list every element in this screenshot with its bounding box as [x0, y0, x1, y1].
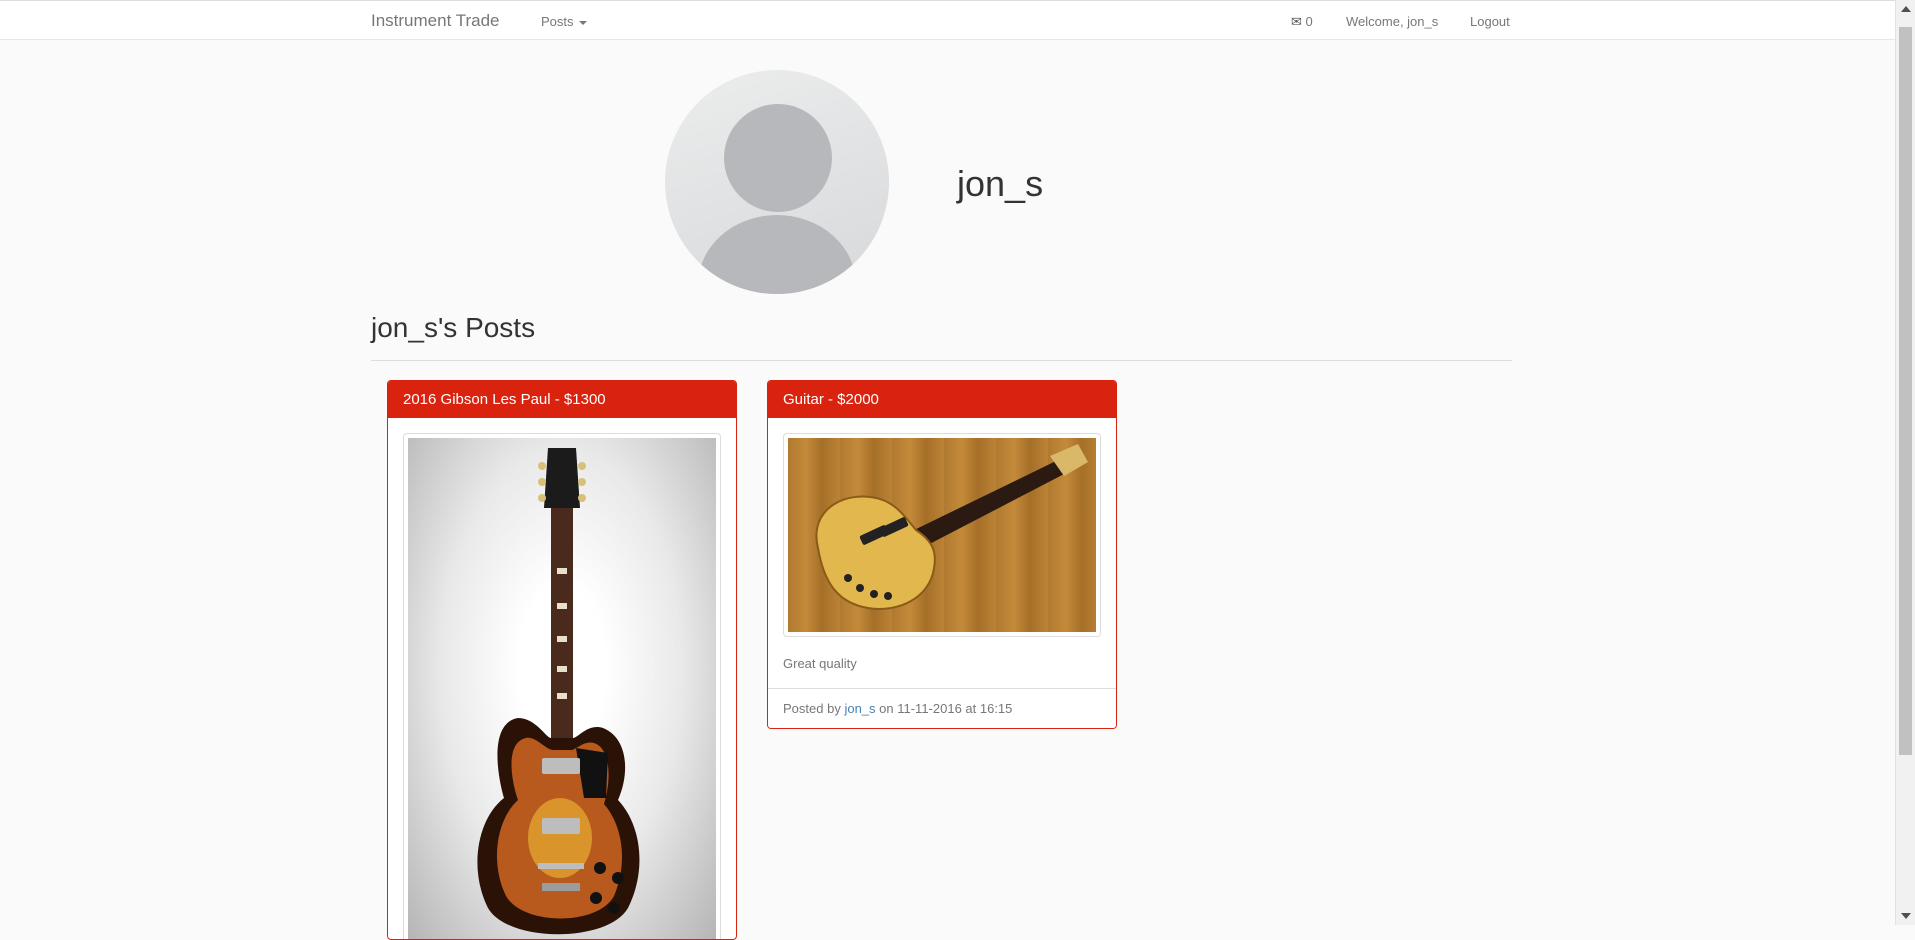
caret-down-icon — [578, 20, 587, 25]
post-image[interactable] — [788, 438, 1096, 632]
profile-username: jon_s — [957, 163, 1044, 204]
vertical-scrollbar[interactable] — [1895, 0, 1915, 925]
scrollbar-thumb[interactable] — [1899, 27, 1912, 755]
post-image-frame[interactable] — [403, 433, 721, 939]
brand-link[interactable]: Instrument Trade — [371, 11, 500, 31]
post-title[interactable]: Guitar - $2000 — [768, 381, 1116, 418]
post-footer: Posted by jon_s on 11-11-2016 at 16:15 — [768, 688, 1116, 728]
guitar-image — [815, 444, 1088, 610]
avatar — [665, 70, 889, 294]
post-date: on 11-11-2016 at 16:15 — [879, 701, 1013, 716]
avatar-head-shape — [724, 104, 832, 212]
envelope-icon: ✉ — [1291, 14, 1302, 29]
post-image-frame[interactable] — [783, 433, 1101, 637]
scroll-up-arrow-icon[interactable] — [1901, 6, 1911, 12]
posts-menu-label: Posts — [541, 14, 574, 29]
logout-link[interactable]: Logout — [1470, 14, 1510, 29]
post-image[interactable] — [408, 438, 716, 939]
messages-link[interactable]: ✉ 0 — [1291, 14, 1313, 30]
top-navbar: Instrument Trade Posts ✉ 0 Welcome, jon_… — [0, 0, 1895, 40]
posts-dropdown[interactable]: Posts — [541, 14, 587, 29]
scroll-down-arrow-icon[interactable] — [1901, 913, 1911, 919]
welcome-link[interactable]: Welcome, jon_s — [1346, 14, 1438, 29]
divider — [371, 360, 1512, 361]
les-paul-guitar-image — [477, 448, 640, 935]
post-card[interactable]: Guitar - $2000 Great quality Posted by j… — [767, 380, 1117, 729]
post-card[interactable]: 2016 Gibson Les Paul - $1300 — [387, 380, 737, 940]
post-title[interactable]: 2016 Gibson Les Paul - $1300 — [388, 381, 736, 418]
avatar-body-shape — [698, 215, 856, 294]
posts-heading: jon_s's Posts — [371, 312, 536, 343]
posted-by-label: Posted by — [783, 701, 841, 716]
post-description: Great quality — [783, 656, 857, 671]
message-count: 0 — [1305, 14, 1313, 29]
author-link[interactable]: jon_s — [844, 701, 875, 716]
